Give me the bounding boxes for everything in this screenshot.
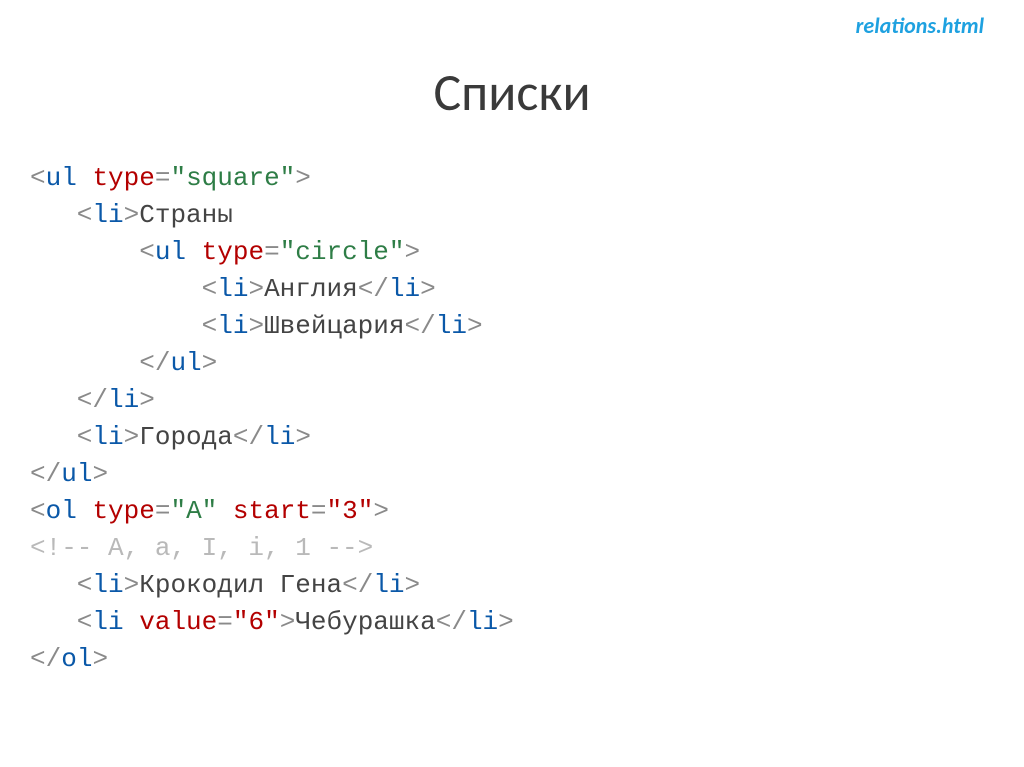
code-token	[124, 607, 140, 637]
code-token: Швейцария	[264, 311, 404, 341]
code-token: </	[358, 274, 389, 304]
code-token: >	[92, 644, 108, 674]
code-token: type	[202, 237, 264, 267]
code-token: </	[233, 422, 264, 452]
code-token: li	[467, 607, 498, 637]
code-token: </	[405, 311, 436, 341]
code-token: <	[30, 422, 92, 452]
code-token: "square"	[170, 163, 295, 193]
code-token: >	[405, 570, 421, 600]
code-token: ol	[61, 644, 92, 674]
code-token: >	[248, 274, 264, 304]
code-token: li	[108, 385, 139, 415]
code-token: <	[30, 607, 92, 637]
code-token: li	[92, 200, 123, 230]
code-token: <!-- A, a, I, i, 1 -->	[30, 533, 373, 563]
code-token: >	[124, 422, 140, 452]
code-token: >	[295, 163, 311, 193]
code-token: li	[436, 311, 467, 341]
code-token: li	[92, 607, 123, 637]
code-token: Чебурашка	[295, 607, 435, 637]
code-token: "6"	[233, 607, 280, 637]
code-token	[77, 496, 93, 526]
code-token: >	[202, 348, 218, 378]
code-token: Крокодил Гена	[139, 570, 342, 600]
code-token: ul	[155, 237, 186, 267]
code-line: <ul type="circle">	[30, 234, 514, 271]
code-token: >	[467, 311, 483, 341]
code-token: >	[124, 200, 140, 230]
code-line: </ol>	[30, 641, 514, 678]
code-token: type	[92, 496, 154, 526]
code-token	[186, 237, 202, 267]
code-token: <	[30, 311, 217, 341]
code-token: >	[498, 607, 514, 637]
code-token: ol	[46, 496, 77, 526]
code-token: li	[217, 311, 248, 341]
code-token: "circle"	[280, 237, 405, 267]
code-token: <	[30, 274, 217, 304]
code-token: >	[92, 459, 108, 489]
code-token: Страны	[139, 200, 233, 230]
code-token: <	[30, 163, 46, 193]
code-token: Англия	[264, 274, 358, 304]
code-block: <ul type="square"> <li>Страны <ul type="…	[30, 160, 514, 678]
slide: relations.html Списки <ul type="square">…	[0, 0, 1024, 767]
code-token: =	[217, 607, 233, 637]
code-token: <	[30, 570, 92, 600]
code-line: </ul>	[30, 345, 514, 382]
code-line: <ul type="square">	[30, 160, 514, 197]
code-token: </	[30, 385, 108, 415]
code-token: Города	[139, 422, 233, 452]
code-token: li	[217, 274, 248, 304]
code-token: li	[264, 422, 295, 452]
code-token: </	[30, 459, 61, 489]
code-line: <li>Города</li>	[30, 419, 514, 456]
code-token: =	[155, 163, 171, 193]
code-line: <li>Англия</li>	[30, 271, 514, 308]
page-title: Списки	[0, 60, 1024, 124]
code-line: <li>Страны	[30, 197, 514, 234]
code-token: =	[264, 237, 280, 267]
code-token: "A"	[170, 496, 217, 526]
code-line: <li>Швейцария</li>	[30, 308, 514, 345]
code-line: <ol type="A" start="3">	[30, 493, 514, 530]
code-token: li	[389, 274, 420, 304]
code-line: <li value="6">Чебурашка</li>	[30, 604, 514, 641]
code-line: <li>Крокодил Гена</li>	[30, 567, 514, 604]
code-token	[77, 163, 93, 193]
code-token: ul	[46, 163, 77, 193]
code-token: =	[311, 496, 327, 526]
code-token: >	[280, 607, 296, 637]
code-token: >	[420, 274, 436, 304]
code-token: >	[295, 422, 311, 452]
code-token: >	[139, 385, 155, 415]
code-line: <!-- A, a, I, i, 1 -->	[30, 530, 514, 567]
code-token: >	[124, 570, 140, 600]
code-token: </	[30, 644, 61, 674]
code-token: >	[248, 311, 264, 341]
code-token: li	[373, 570, 404, 600]
code-token: >	[405, 237, 421, 267]
file-link: relations.html	[856, 12, 984, 39]
code-token: <	[30, 237, 155, 267]
code-token: li	[92, 570, 123, 600]
code-token: li	[92, 422, 123, 452]
code-token: start	[233, 496, 311, 526]
code-token: <	[30, 496, 46, 526]
code-token: </	[30, 348, 170, 378]
code-token: </	[342, 570, 373, 600]
code-token: >	[373, 496, 389, 526]
code-token	[217, 496, 233, 526]
code-token: </	[436, 607, 467, 637]
code-token: value	[139, 607, 217, 637]
code-token: ul	[61, 459, 92, 489]
code-token: ul	[170, 348, 201, 378]
code-token: type	[92, 163, 154, 193]
code-line: </li>	[30, 382, 514, 419]
code-token: =	[155, 496, 171, 526]
code-line: </ul>	[30, 456, 514, 493]
code-token: <	[30, 200, 92, 230]
code-token: "3"	[327, 496, 374, 526]
